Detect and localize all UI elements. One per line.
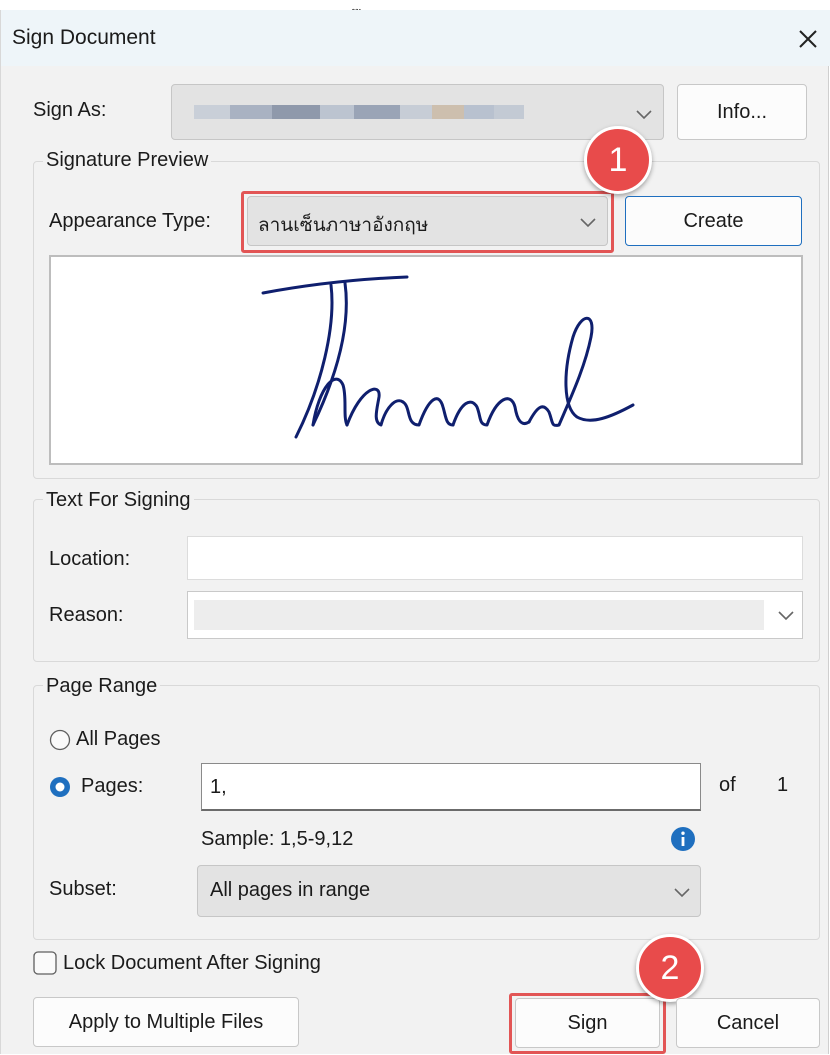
- step2-highlight-box: [509, 993, 666, 1054]
- lock-document-label: Lock Document After Signing: [63, 952, 321, 974]
- reason-value-field[interactable]: [194, 600, 764, 630]
- sign-document-dialog: Sign Document Sign As: Info... Signature…: [0, 10, 830, 1054]
- signature-preview-legend: Signature Preview: [43, 149, 212, 172]
- blurred-identity: [194, 105, 524, 121]
- sign-as-dropdown[interactable]: [171, 84, 664, 140]
- title-bar: Sign Document: [1, 10, 830, 66]
- all-pages-label: All Pages: [76, 728, 161, 750]
- sample-text: Sample: 1,5-9,12: [201, 828, 354, 850]
- top-strip: ุ ู: [0, 0, 830, 12]
- chevron-down-icon: [636, 110, 652, 120]
- step2-badge: 2: [636, 934, 704, 1002]
- location-label: Location:: [49, 548, 131, 570]
- create-button[interactable]: Create: [625, 196, 802, 246]
- sign-as-label: Sign As:: [33, 99, 107, 121]
- subset-dropdown[interactable]: All pages in range: [197, 865, 701, 917]
- info-button[interactable]: Info...: [677, 84, 807, 140]
- appearance-type-label: Appearance Type:: [49, 210, 211, 232]
- dialog-title: Sign Document: [12, 26, 156, 49]
- reason-label: Reason:: [49, 604, 124, 626]
- total-pages: 1: [777, 774, 789, 796]
- cancel-button[interactable]: Cancel: [676, 998, 820, 1048]
- step1-badge: 1: [584, 126, 652, 194]
- signature-image: [261, 275, 635, 439]
- pages-input[interactable]: 1,: [201, 763, 701, 811]
- location-input[interactable]: [187, 536, 803, 580]
- close-icon: [799, 30, 817, 48]
- pages-value: 1,: [210, 776, 227, 798]
- chevron-down-icon: [778, 611, 794, 621]
- subset-value: All pages in range: [210, 879, 371, 901]
- pages-radio[interactable]: [49, 776, 71, 798]
- apply-multiple-files-button[interactable]: Apply to Multiple Files: [33, 997, 299, 1047]
- all-pages-radio[interactable]: [49, 729, 71, 751]
- text-for-signing-legend: Text For Signing: [43, 489, 194, 512]
- step1-highlight-box: [241, 191, 614, 253]
- page-range-legend: Page Range: [43, 675, 161, 698]
- close-button[interactable]: [789, 20, 827, 58]
- subset-label: Subset:: [49, 878, 117, 900]
- info-icon[interactable]: [670, 826, 696, 852]
- of-label: of: [719, 774, 736, 796]
- pages-label: Pages:: [81, 775, 144, 797]
- lock-document-checkbox[interactable]: [33, 951, 57, 975]
- reason-combobox[interactable]: [187, 591, 803, 639]
- signature-preview-area: [49, 255, 803, 465]
- chevron-down-icon: [674, 888, 690, 898]
